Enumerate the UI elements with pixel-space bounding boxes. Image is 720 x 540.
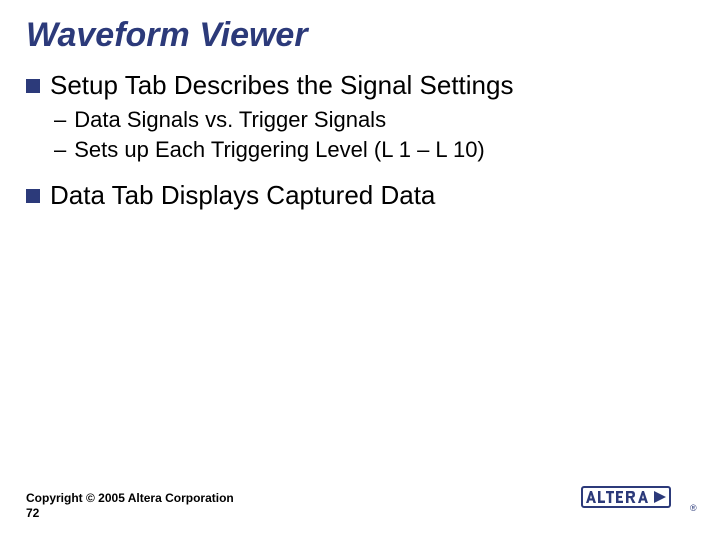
page-number: 72 xyxy=(26,506,234,522)
slide-title: Waveform Viewer xyxy=(26,16,694,55)
copyright-text: Copyright © 2005 Altera Corporation xyxy=(26,491,234,507)
bullet-level2: – Sets up Each Triggering Level (L 1 – L… xyxy=(54,136,694,165)
bullet-text: Data Signals vs. Trigger Signals xyxy=(74,106,386,135)
square-bullet-icon xyxy=(26,79,40,93)
dash-bullet-icon: – xyxy=(54,136,66,165)
footer: Copyright © 2005 Altera Corporation 72 xyxy=(26,491,234,522)
bullet-text: Sets up Each Triggering Level (L 1 – L 1… xyxy=(74,136,485,165)
svg-text:®: ® xyxy=(690,503,697,513)
bullet-text: Data Tab Displays Captured Data xyxy=(50,179,435,212)
bullet-level1: Data Tab Displays Captured Data xyxy=(26,179,694,212)
bullet-level1: Setup Tab Describes the Signal Settings xyxy=(26,69,694,102)
bullet-level2: – Data Signals vs. Trigger Signals xyxy=(54,106,694,135)
square-bullet-icon xyxy=(26,189,40,203)
dash-bullet-icon: – xyxy=(54,106,66,135)
bullet-text: Setup Tab Describes the Signal Settings xyxy=(50,69,513,102)
altera-logo: ® xyxy=(580,481,700,522)
